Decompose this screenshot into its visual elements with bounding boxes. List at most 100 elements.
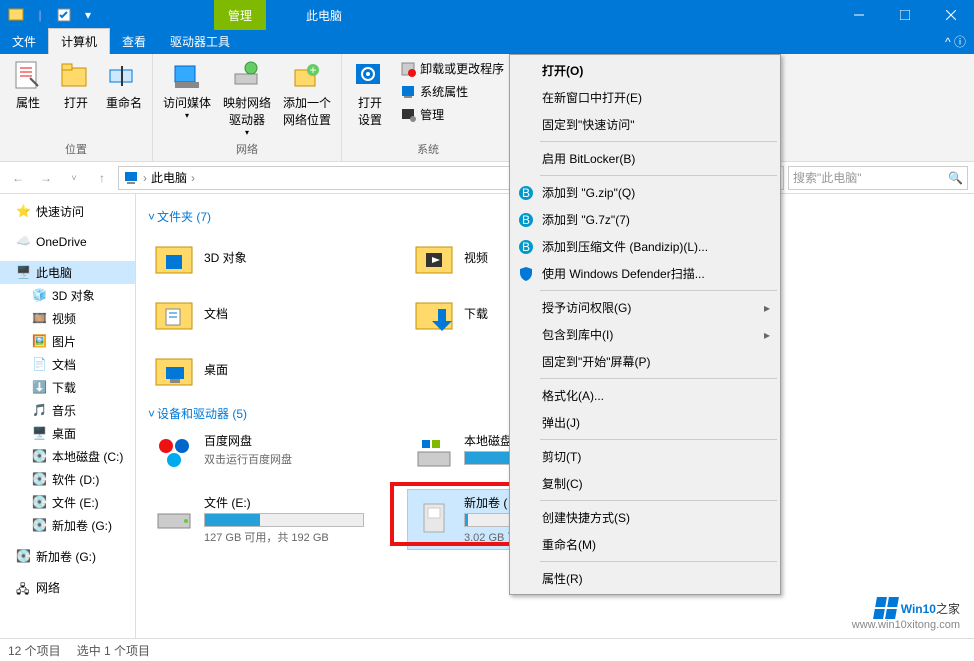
- pc-icon: [123, 170, 139, 186]
- ql-dropdown-icon[interactable]: ▾: [78, 5, 98, 25]
- tab-computer[interactable]: 计算机: [48, 28, 110, 54]
- sidebar-quick-access[interactable]: ⭐快速访问: [0, 200, 135, 223]
- sidebar-item[interactable]: 💽新加卷 (G:): [0, 514, 135, 537]
- manage-button[interactable]: 管理: [398, 104, 506, 125]
- ctx-add-gzip[interactable]: B添加到 "G.zip"(Q): [512, 179, 778, 206]
- ctx-cut[interactable]: 剪切(T): [512, 443, 778, 470]
- windows-logo-icon: [873, 597, 899, 619]
- status-count: 12 个项目: [8, 642, 61, 659]
- submenu-arrow-icon: ▸: [764, 301, 770, 315]
- ctx-add-g7z[interactable]: B添加到 "G.7z"(7): [512, 206, 778, 233]
- path-sep[interactable]: ›: [143, 171, 147, 185]
- folder-icon: [152, 347, 196, 391]
- ctx-library[interactable]: 包含到库中(I)▸: [512, 321, 778, 348]
- ctx-add-compress[interactable]: B添加到压缩文件 (Bandizip)(L)...: [512, 233, 778, 260]
- sidebar-item[interactable]: 💽新加卷 (G:): [0, 545, 135, 568]
- drive-item[interactable]: 百度网盘双击运行百度网盘: [148, 428, 398, 480]
- sidebar-network[interactable]: 🖧网络: [0, 576, 135, 599]
- ribbon-collapse-icon[interactable]: ^ ⓘ: [937, 29, 974, 54]
- drive-icon: [412, 494, 456, 538]
- sidebar-item[interactable]: 💽本地磁盘 (C:): [0, 445, 135, 468]
- ctx-pin-start[interactable]: 固定到"开始"屏幕(P): [512, 348, 778, 375]
- svg-text:B: B: [522, 186, 530, 200]
- ctx-separator: [540, 175, 777, 176]
- uninstall-programs-button[interactable]: 卸载或更改程序: [398, 58, 506, 79]
- search-input[interactable]: 搜索"此电脑" 🔍: [788, 166, 968, 190]
- ribbon-group-system: 打开 设置 卸载或更改程序 系统属性 管理 系统: [342, 54, 515, 161]
- network-icon: 🖧: [16, 580, 32, 596]
- ctx-bitlocker[interactable]: 启用 BitLocker(B): [512, 145, 778, 172]
- sidebar-item[interactable]: 📄文档: [0, 353, 135, 376]
- folder-item[interactable]: 3D 对象: [148, 231, 398, 283]
- nav-sidebar: ⭐快速访问 ☁️OneDrive 🖥️此电脑 🧊3D 对象 🎞️视频 🖼️图片 …: [0, 194, 136, 638]
- pictures-icon: 🖼️: [32, 334, 48, 350]
- baidu-icon: [152, 432, 196, 476]
- ctx-properties[interactable]: 属性(R): [512, 565, 778, 592]
- sidebar-item[interactable]: 🎵音乐: [0, 399, 135, 422]
- ql-check-icon[interactable]: [54, 5, 74, 25]
- maximize-button[interactable]: [882, 0, 928, 30]
- sidebar-onedrive[interactable]: ☁️OneDrive: [0, 231, 135, 253]
- star-icon: ⭐: [16, 204, 32, 220]
- ribbon: 属性 打开 重命名 位置 访问媒体▾ 映射网络 驱动器▾ +添加一个 网络位置 …: [0, 54, 974, 162]
- folder-item[interactable]: 文档: [148, 287, 398, 339]
- content-area: ⭐快速访问 ☁️OneDrive 🖥️此电脑 🧊3D 对象 🎞️视频 🖼️图片 …: [0, 194, 974, 638]
- system-properties-button[interactable]: 系统属性: [398, 81, 506, 102]
- ctx-defender[interactable]: 使用 Windows Defender扫描...: [512, 260, 778, 287]
- search-icon[interactable]: 🔍: [948, 171, 963, 185]
- media-button[interactable]: 访问媒体▾: [161, 58, 213, 122]
- submenu-arrow-icon: ▸: [764, 328, 770, 342]
- ctx-format[interactable]: 格式化(A)...: [512, 382, 778, 409]
- up-button[interactable]: ↑: [90, 166, 114, 190]
- folder-item[interactable]: 桌面: [148, 343, 398, 395]
- forward-button[interactable]: →: [34, 166, 58, 190]
- folder-icon: [152, 291, 196, 335]
- tab-file[interactable]: 文件: [0, 29, 48, 54]
- rename-button[interactable]: 重命名: [104, 58, 144, 113]
- ctx-access[interactable]: 授予访问权限(G)▸: [512, 294, 778, 321]
- sidebar-item[interactable]: 💽软件 (D:): [0, 468, 135, 491]
- drive-item[interactable]: 文件 (E:)127 GB 可用，共 192 GB: [148, 490, 398, 549]
- drive-icon: 💽: [32, 449, 48, 465]
- tab-drive-tools[interactable]: 驱动器工具: [158, 29, 242, 54]
- watermark-url: www.win10xitong.com: [852, 619, 960, 631]
- ctx-shortcut[interactable]: 创建快捷方式(S): [512, 504, 778, 531]
- ctx-new-window[interactable]: 在新窗口中打开(E): [512, 84, 778, 111]
- ctx-rename[interactable]: 重命名(M): [512, 531, 778, 558]
- drive-icon: [152, 494, 196, 538]
- ctx-copy[interactable]: 复制(C): [512, 470, 778, 497]
- recent-dropdown[interactable]: ˅: [62, 166, 86, 190]
- sidebar-item[interactable]: 🎞️视频: [0, 307, 135, 330]
- sidebar-item[interactable]: 💽文件 (E:): [0, 491, 135, 514]
- sidebar-item[interactable]: 🖥️桌面: [0, 422, 135, 445]
- sidebar-item[interactable]: 🧊3D 对象: [0, 284, 135, 307]
- sidebar-this-pc[interactable]: 🖥️此电脑: [0, 261, 135, 284]
- properties-button[interactable]: 属性: [8, 58, 48, 113]
- shield-icon: [518, 266, 534, 282]
- sidebar-item[interactable]: ⬇️下载: [0, 376, 135, 399]
- folder-icon: [412, 291, 456, 335]
- ctx-pin-quick[interactable]: 固定到"快速访问": [512, 111, 778, 138]
- sidebar-item[interactable]: 🖼️图片: [0, 330, 135, 353]
- ribbon-group-label: 网络: [161, 139, 333, 157]
- watermark: Win10之家 www.win10xitong.com: [852, 596, 960, 631]
- path-sep[interactable]: ›: [191, 171, 195, 185]
- path-segment[interactable]: 此电脑: [151, 169, 187, 186]
- chevron-down-icon: ˅: [148, 407, 155, 421]
- open-button[interactable]: 打开: [56, 58, 96, 113]
- add-network-loc-button[interactable]: +添加一个 网络位置: [281, 58, 333, 130]
- music-icon: 🎵: [32, 403, 48, 419]
- contextual-tab-label: 管理: [214, 0, 266, 30]
- tab-view[interactable]: 查看: [110, 29, 158, 54]
- ctx-eject[interactable]: 弹出(J): [512, 409, 778, 436]
- back-button[interactable]: ←: [6, 166, 30, 190]
- folder-icon: [152, 235, 196, 279]
- ctx-open[interactable]: 打开(O): [512, 57, 778, 84]
- minimize-button[interactable]: [836, 0, 882, 30]
- svg-text:B: B: [522, 213, 530, 227]
- bandizip-icon: B: [518, 212, 534, 228]
- close-button[interactable]: [928, 0, 974, 30]
- map-drive-button[interactable]: 映射网络 驱动器▾: [221, 58, 273, 139]
- settings-button[interactable]: 打开 设置: [350, 58, 390, 130]
- documents-icon: 📄: [32, 357, 48, 373]
